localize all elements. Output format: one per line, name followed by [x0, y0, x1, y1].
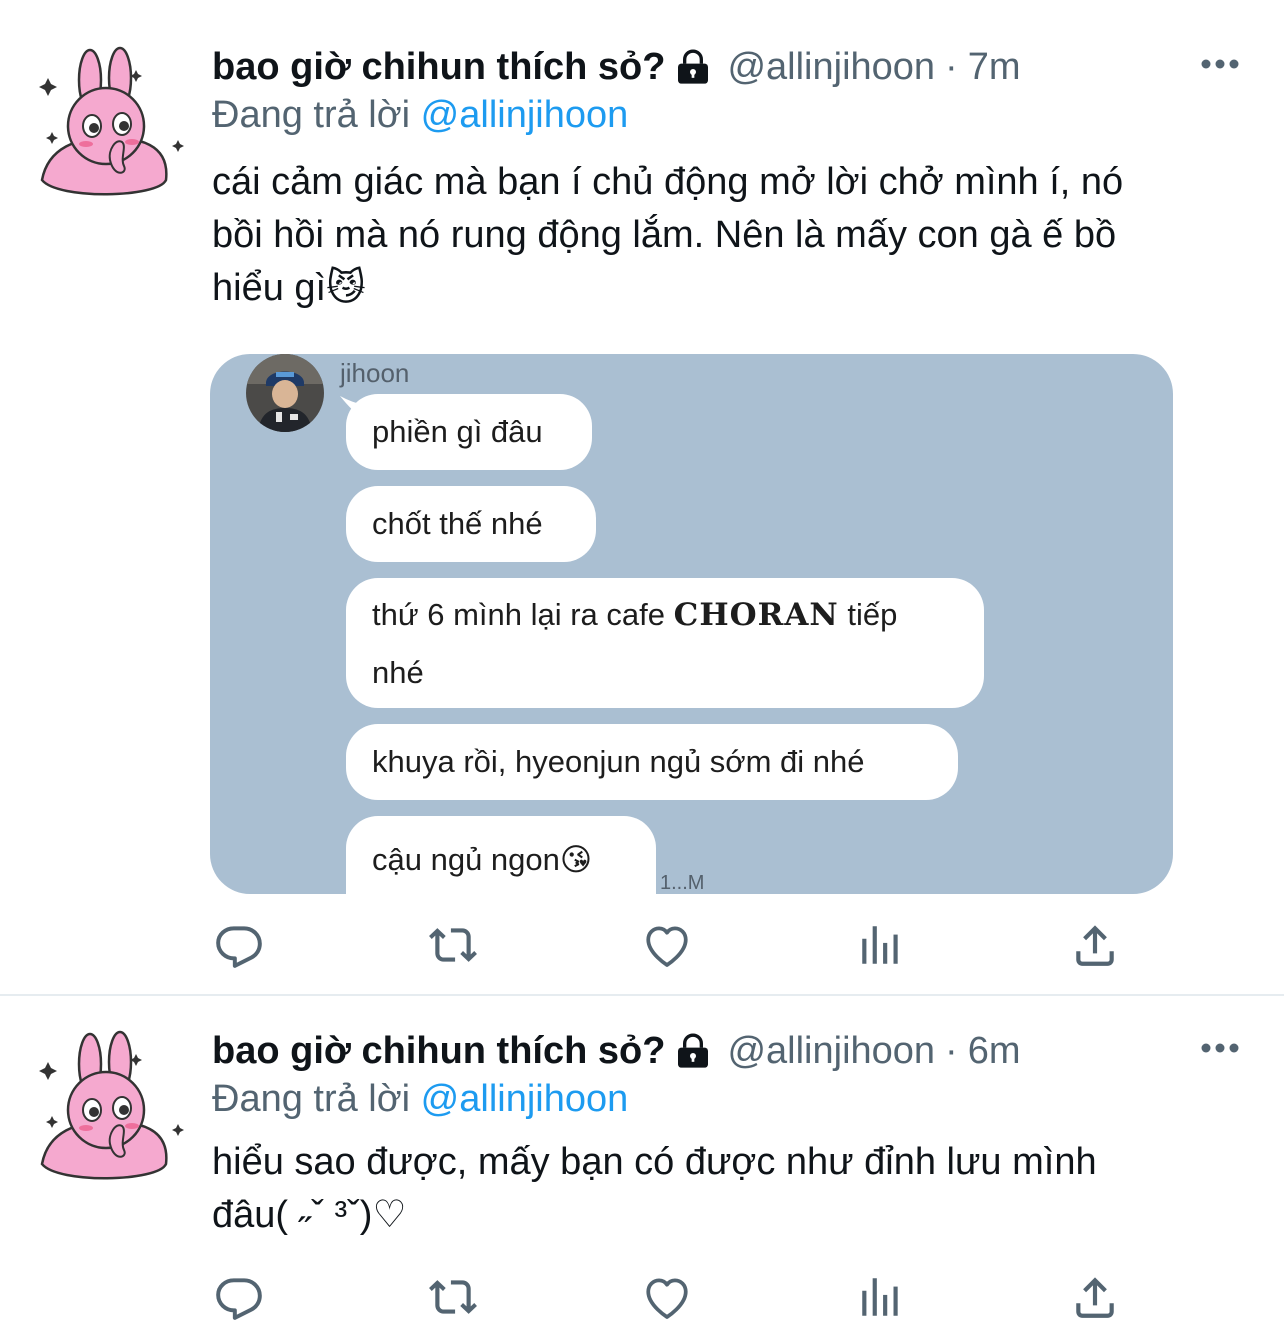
share-icon[interactable] — [1070, 920, 1120, 970]
avatar[interactable] — [28, 1024, 188, 1184]
analytics-icon[interactable] — [856, 1272, 906, 1322]
timestamp[interactable]: 7m — [968, 46, 1021, 89]
chat-message: phiền gì đâu — [346, 394, 592, 470]
retweet-icon[interactable] — [428, 920, 478, 970]
retweet-icon[interactable] — [428, 1272, 478, 1322]
chat-message-time: 1...M — [660, 872, 705, 894]
like-icon[interactable] — [642, 1272, 692, 1322]
tweet-header: bao giờ chihun thích sỏ? @allinjihoon · … — [212, 1026, 1021, 1076]
chat-sender-name: jihoon — [340, 358, 410, 388]
tweet-text-line: bồi hồi mà nó rung động lắm. Nên là mấy … — [212, 214, 1117, 256]
separator-dot: · — [945, 1029, 958, 1072]
user-handle[interactable]: @allinjihoon — [727, 1030, 935, 1073]
reply-prefix: Đang trả lời — [212, 1078, 411, 1120]
reply-context: Đang trả lời @allinjihoon — [212, 1078, 628, 1121]
more-icon[interactable] — [1200, 58, 1240, 70]
chat-message: cậu ngủ ngon😘 — [346, 816, 656, 894]
share-icon[interactable] — [1070, 1272, 1120, 1322]
chat-message: khuya rồi, hyeonjun ngủ sớm đi nhé — [346, 724, 958, 800]
tweet-text-line: đâu( ˶ˇ ³ˇ)♡ — [212, 1194, 407, 1236]
reply-context: Đang trả lời @allinjihoon — [212, 94, 628, 137]
tweet-text-line: cái cảm giác mà bạn í chủ động mở lời ch… — [212, 161, 1124, 203]
like-icon[interactable] — [642, 920, 692, 970]
analytics-icon[interactable] — [856, 920, 906, 970]
tweet-header: bao giờ chihun thích sỏ? @allinjihoon · … — [212, 42, 1021, 92]
avatar[interactable] — [28, 40, 188, 200]
chat-message: thứ 6 mình lại ra cafe CHORAN tiếp nhé — [346, 578, 984, 708]
tweet-text-line: hiểu sao được, mấy bạn có được như đỉnh … — [212, 1141, 1097, 1183]
lock-icon — [673, 1031, 713, 1071]
reply-icon[interactable] — [214, 920, 264, 970]
tweet[interactable]: bao giờ chihun thích sỏ? @allinjihoon · … — [0, 996, 1284, 1336]
tweet-text-line: hiểu gì😼 — [212, 267, 366, 309]
timestamp[interactable]: 6m — [968, 1030, 1021, 1073]
tweet-text: cái cảm giác mà bạn í chủ động mở lời ch… — [212, 156, 1252, 315]
tweet[interactable]: bao giờ chihun thích sỏ? @allinjihoon · … — [0, 0, 1284, 994]
chat-message: chốt thế nhé — [346, 486, 596, 562]
user-handle[interactable]: @allinjihoon — [727, 46, 935, 89]
lock-icon — [673, 47, 713, 87]
reply-mention-link[interactable]: @allinjihoon — [421, 1078, 629, 1120]
tweet-actions — [214, 1272, 1134, 1322]
more-icon[interactable] — [1200, 1042, 1240, 1054]
tweet-image-chat-screenshot[interactable]: jihoon phiền gì đâu chốt thế nhé thứ 6 m… — [210, 354, 1173, 894]
reply-mention-link[interactable]: @allinjihoon — [421, 94, 629, 136]
reply-prefix: Đang trả lời — [212, 94, 411, 136]
display-name[interactable]: bao giờ chihun thích sỏ? — [212, 1030, 665, 1073]
tweet-actions — [214, 920, 1134, 970]
chat-avatar — [246, 354, 324, 432]
reply-icon[interactable] — [214, 1272, 264, 1322]
separator-dot: · — [945, 45, 958, 88]
display-name[interactable]: bao giờ chihun thích sỏ? — [212, 46, 665, 89]
tweet-text: hiểu sao được, mấy bạn có được như đỉnh … — [212, 1136, 1252, 1242]
